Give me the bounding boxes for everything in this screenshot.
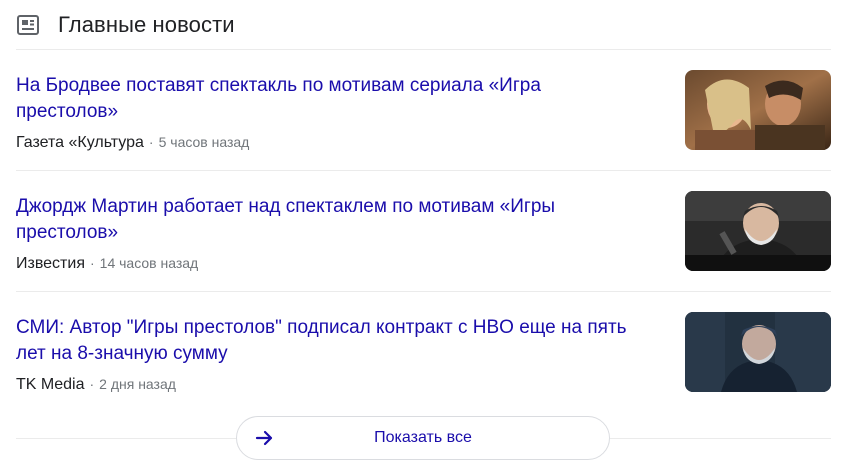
news-thumbnail[interactable]	[685, 70, 831, 150]
news-meta: Газета «Культура · 5 часов назад	[16, 134, 249, 152]
news-time: 2 дня назад	[99, 376, 176, 392]
news-meta: Известия · 14 часов назад	[16, 255, 198, 273]
news-source: Газета «Культура	[16, 134, 144, 151]
news-source: Известия	[16, 255, 85, 272]
meta-separator: ·	[148, 134, 154, 150]
section-title: Главные новости	[58, 11, 235, 37]
meta-separator: ·	[89, 255, 95, 271]
news-headline-link[interactable]: На Бродвее поставят спектакль по мотивам…	[16, 73, 636, 125]
news-source: TK Media	[16, 376, 85, 393]
meta-separator: ·	[89, 376, 95, 392]
top-stories-header: Главные новости	[16, 0, 831, 50]
news-item[interactable]: СМИ: Автор "Игры престолов" подписал кон…	[16, 292, 831, 413]
show-all-button[interactable]: Показать все	[236, 416, 610, 460]
news-headline-link[interactable]: СМИ: Автор "Игры престолов" подписал кон…	[16, 315, 636, 367]
news-meta: TK Media · 2 дня назад	[16, 376, 176, 394]
news-headline-link[interactable]: Джордж Мартин работает над спектаклем по…	[16, 194, 636, 246]
newspaper-icon	[16, 13, 40, 37]
news-thumbnail[interactable]	[685, 191, 831, 271]
news-item[interactable]: На Бродвее поставят спектакль по мотивам…	[16, 50, 831, 171]
news-item[interactable]: Джордж Мартин работает над спектаклем по…	[16, 171, 831, 292]
news-time: 14 часов назад	[99, 255, 199, 271]
news-thumbnail[interactable]	[685, 312, 831, 392]
show-all-label: Показать все	[374, 429, 472, 446]
news-time: 5 часов назад	[158, 134, 250, 150]
